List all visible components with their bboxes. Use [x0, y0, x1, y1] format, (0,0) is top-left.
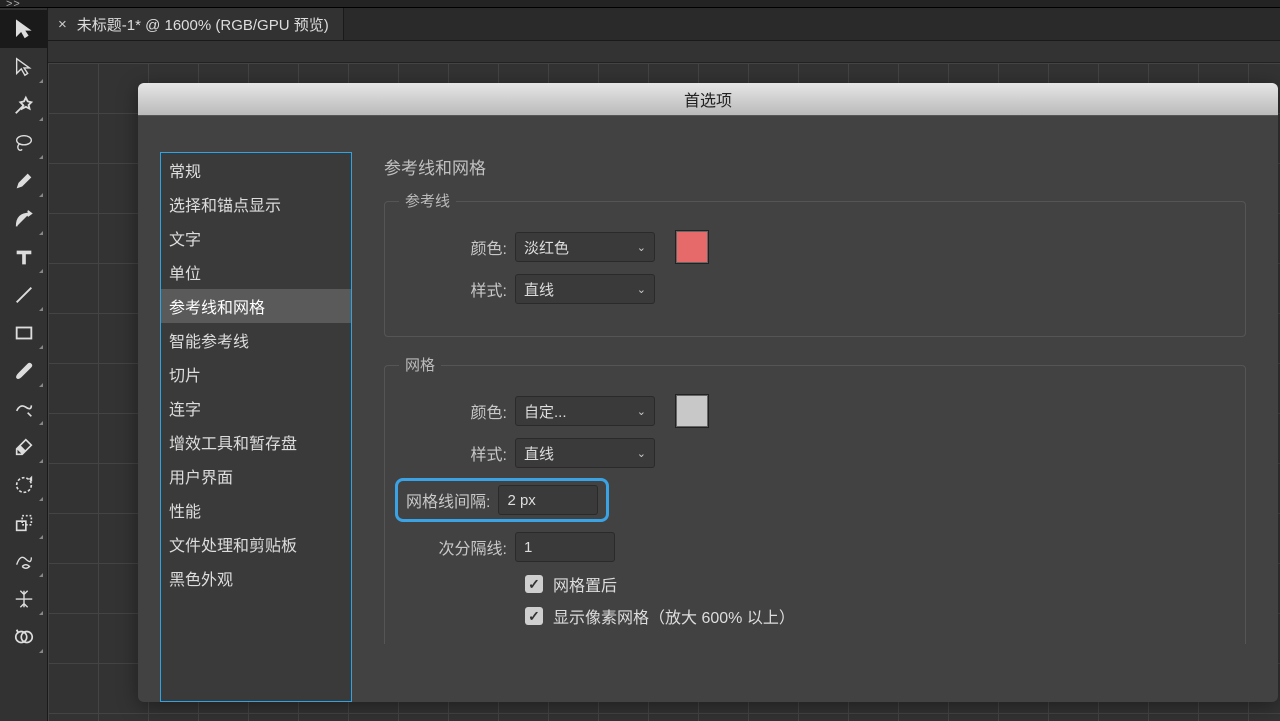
chevron-down-icon: ⌄	[637, 283, 646, 296]
pref-performance[interactable]: 性能	[161, 493, 351, 527]
chevron-down-icon: ⌄	[637, 241, 646, 254]
free-transform-tool[interactable]	[0, 580, 47, 618]
preferences-category-list: 常规 选择和锚点显示 文字 单位 参考线和网格 智能参考线 切片 连字 增效工具…	[160, 152, 352, 702]
shaper-tool[interactable]	[0, 390, 47, 428]
eraser-tool[interactable]	[0, 428, 47, 466]
pref-selection[interactable]: 选择和锚点显示	[161, 187, 351, 221]
shape-builder-tool[interactable]	[0, 618, 47, 656]
grid-color-dropdown[interactable]: 自定... ⌄	[515, 396, 655, 426]
guides-style-label: 样式:	[407, 277, 515, 301]
guides-group-label: 参考线	[399, 190, 456, 211]
guides-color-label: 颜色:	[407, 235, 515, 259]
scale-tool[interactable]	[0, 504, 47, 542]
pixel-grid-label: 显示像素网格（放大 600% 以上）	[553, 604, 795, 628]
selection-tool[interactable]	[0, 10, 47, 48]
width-tool[interactable]	[0, 542, 47, 580]
panel-title: 参考线和网格	[384, 154, 1246, 179]
grid-back-label: 网格置后	[553, 572, 617, 596]
pixel-grid-checkbox[interactable]: ✓	[525, 607, 543, 625]
grid-subdiv-input[interactable]: 1	[515, 532, 615, 562]
tool-palette	[0, 8, 48, 721]
document-tabs: × 未标题-1* @ 1600% (RGB/GPU 预览)	[48, 8, 1280, 41]
grid-group: 网格 颜色: 自定... ⌄ 样式: 直线	[384, 365, 1246, 644]
grid-spacing-highlight: 网格线间隔: 2 px	[395, 478, 609, 522]
document-title: 未标题-1* @ 1600% (RGB/GPU 预览)	[77, 14, 329, 35]
grid-color-swatch[interactable]	[675, 394, 709, 428]
type-tool[interactable]	[0, 238, 47, 276]
pref-ui[interactable]: 用户界面	[161, 459, 351, 493]
chevron-down-icon: ⌄	[637, 447, 646, 460]
grid-back-checkbox[interactable]: ✓	[525, 575, 543, 593]
pref-smart-guides[interactable]: 智能参考线	[161, 323, 351, 357]
magic-wand-tool[interactable]	[0, 86, 47, 124]
pen-tool[interactable]	[0, 162, 47, 200]
preferences-dialog: 首选项 常规 选择和锚点显示 文字 单位 参考线和网格 智能参考线 切片 连字 …	[138, 83, 1278, 702]
pref-general[interactable]: 常规	[161, 153, 351, 187]
paintbrush-tool[interactable]	[0, 352, 47, 390]
line-tool[interactable]	[0, 276, 47, 314]
pref-slices[interactable]: 切片	[161, 357, 351, 391]
expand-panel-icon[interactable]: >>	[6, 0, 21, 10]
document-tab[interactable]: × 未标题-1* @ 1600% (RGB/GPU 预览)	[48, 8, 344, 40]
direct-selection-tool[interactable]	[0, 48, 47, 86]
close-icon[interactable]: ×	[58, 16, 67, 33]
grid-style-label: 样式:	[407, 441, 515, 465]
guides-color-dropdown[interactable]: 淡红色 ⌄	[515, 232, 655, 262]
pref-units[interactable]: 单位	[161, 255, 351, 289]
pref-plugins[interactable]: 增效工具和暂存盘	[161, 425, 351, 459]
horizontal-ruler	[48, 41, 1280, 63]
pref-file-handling[interactable]: 文件处理和剪贴板	[161, 527, 351, 561]
pref-hyphenation[interactable]: 连字	[161, 391, 351, 425]
rotate-tool[interactable]	[0, 466, 47, 504]
rectangle-tool[interactable]	[0, 314, 47, 352]
curvature-tool[interactable]	[0, 200, 47, 238]
guides-group: 参考线 颜色: 淡红色 ⌄ 样式: 直线	[384, 201, 1246, 337]
pref-black-appearance[interactable]: 黑色外观	[161, 561, 351, 595]
grid-group-label: 网格	[399, 354, 441, 375]
lasso-tool[interactable]	[0, 124, 47, 162]
grid-spacing-label: 网格线间隔:	[406, 488, 498, 512]
chevron-down-icon: ⌄	[637, 405, 646, 418]
grid-spacing-input[interactable]: 2 px	[498, 485, 598, 515]
dialog-title: 首选项	[138, 83, 1278, 116]
pref-guides-grid[interactable]: 参考线和网格	[161, 289, 351, 323]
grid-color-label: 颜色:	[407, 399, 515, 423]
grid-style-dropdown[interactable]: 直线 ⌄	[515, 438, 655, 468]
grid-subdiv-label: 次分隔线:	[407, 535, 515, 559]
pref-type[interactable]: 文字	[161, 221, 351, 255]
guides-style-dropdown[interactable]: 直线 ⌄	[515, 274, 655, 304]
guides-color-swatch[interactable]	[675, 230, 709, 264]
